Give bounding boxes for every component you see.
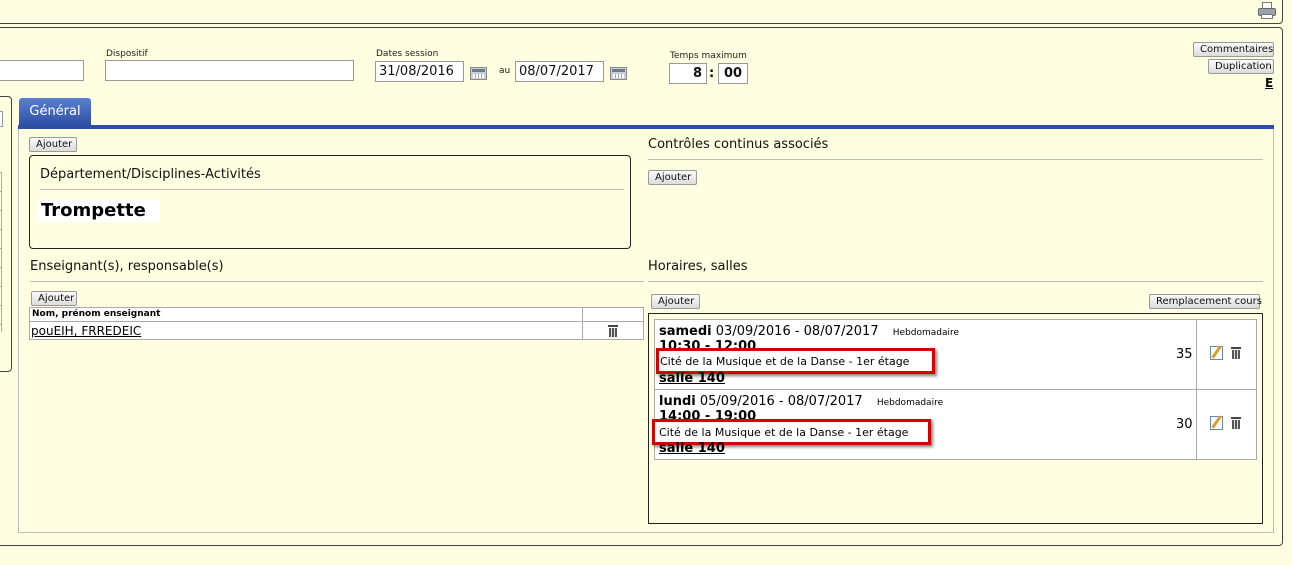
schedule-dates: 05/09/2016 - 08/07/2017 [699, 394, 863, 409]
calendar-icon[interactable] [610, 67, 627, 80]
dates-session-label: Dates session [376, 49, 439, 59]
schedule-dates: 03/09/2016 - 08/07/2017 [715, 324, 879, 339]
time-colon: : [709, 66, 715, 81]
left-truncated-field[interactable] [0, 60, 84, 81]
delete-icon[interactable] [1231, 347, 1241, 359]
add-horaire-button[interactable]: Ajouter [651, 294, 700, 309]
discipline-name: Trompette [38, 199, 160, 222]
delete-teacher-icon[interactable] [608, 325, 618, 337]
schedule-frequency: Hebdomadaire [892, 328, 960, 338]
dispositif-label: Dispositif [106, 49, 148, 59]
schedule-room-link[interactable]: salle 140 [659, 371, 725, 386]
teacher-name-link[interactable]: pouEIH, FRREDEIC [31, 324, 141, 338]
remplacement-cours-button[interactable]: Remplacement cours [1149, 294, 1262, 309]
add-discipline-button[interactable]: Ajouter [29, 137, 77, 152]
add-teacher-button[interactable]: Ajouter [31, 291, 77, 306]
controles-title: Contrôles continus associés [648, 137, 829, 152]
temps-maximum-label: Temps maximum [670, 51, 747, 61]
au-label: au [499, 66, 511, 76]
e-link[interactable]: E [1265, 76, 1273, 90]
minutes-input[interactable]: 00 [718, 63, 748, 84]
duplication-button[interactable]: Duplication [1208, 59, 1274, 74]
printer-icon[interactable] [1258, 2, 1276, 20]
schedule-room-link[interactable]: salle 140 [659, 441, 725, 456]
add-controle-button[interactable]: Ajouter [648, 170, 697, 185]
schedule-time: 14:00 - 19:00 [659, 410, 757, 419]
divider [40, 189, 624, 190]
schedule-count: 35 [1176, 347, 1193, 362]
tab-general[interactable]: Général [19, 98, 91, 126]
schedule-day: lundi [659, 394, 696, 409]
commentaires-button[interactable]: Commentaires [1193, 42, 1274, 57]
divider [30, 281, 644, 282]
divider [648, 281, 1263, 282]
enseignants-title: Enseignant(s), responsable(s) [30, 259, 224, 274]
schedule-day: samedi [659, 324, 712, 339]
schedule-frequency: Hebdomadaire [876, 398, 944, 408]
side-panel-control[interactable] [0, 111, 3, 127]
schedule-location: Cité de la Musique et de la Danse - 1er … [659, 426, 909, 439]
top-bar [0, 0, 1283, 24]
schedule-row: lundi 05/09/2016 - 08/07/2017 Hebdomadai… [659, 394, 943, 409]
table-row-divider [29, 321, 644, 322]
date-end-input[interactable]: 08/07/2017 [515, 61, 604, 82]
department-title: Département/Disciplines-Activités [40, 167, 261, 182]
horaires-title: Horaires, salles [648, 259, 748, 274]
side-panel-table [0, 172, 2, 332]
table-row-divider [654, 389, 1257, 390]
divider [648, 159, 1263, 160]
hours-input[interactable]: 8 [669, 63, 707, 84]
delete-icon[interactable] [1231, 417, 1241, 429]
table-col-divider [582, 307, 583, 340]
edit-icon[interactable] [1210, 346, 1223, 360]
schedule-row: samedi 03/09/2016 - 08/07/2017 Hebdomada… [659, 324, 959, 339]
teacher-table-header: Nom, prénom enseignant [32, 309, 161, 319]
dispositif-input[interactable] [105, 60, 354, 81]
edit-icon[interactable] [1210, 416, 1223, 430]
schedule-location: Cité de la Musique et de la Danse - 1er … [660, 355, 910, 368]
schedule-count: 30 [1176, 417, 1193, 432]
date-start-input[interactable]: 31/08/2016 [375, 61, 464, 82]
calendar-icon[interactable] [470, 67, 487, 80]
tab-bar-line [18, 125, 1274, 129]
